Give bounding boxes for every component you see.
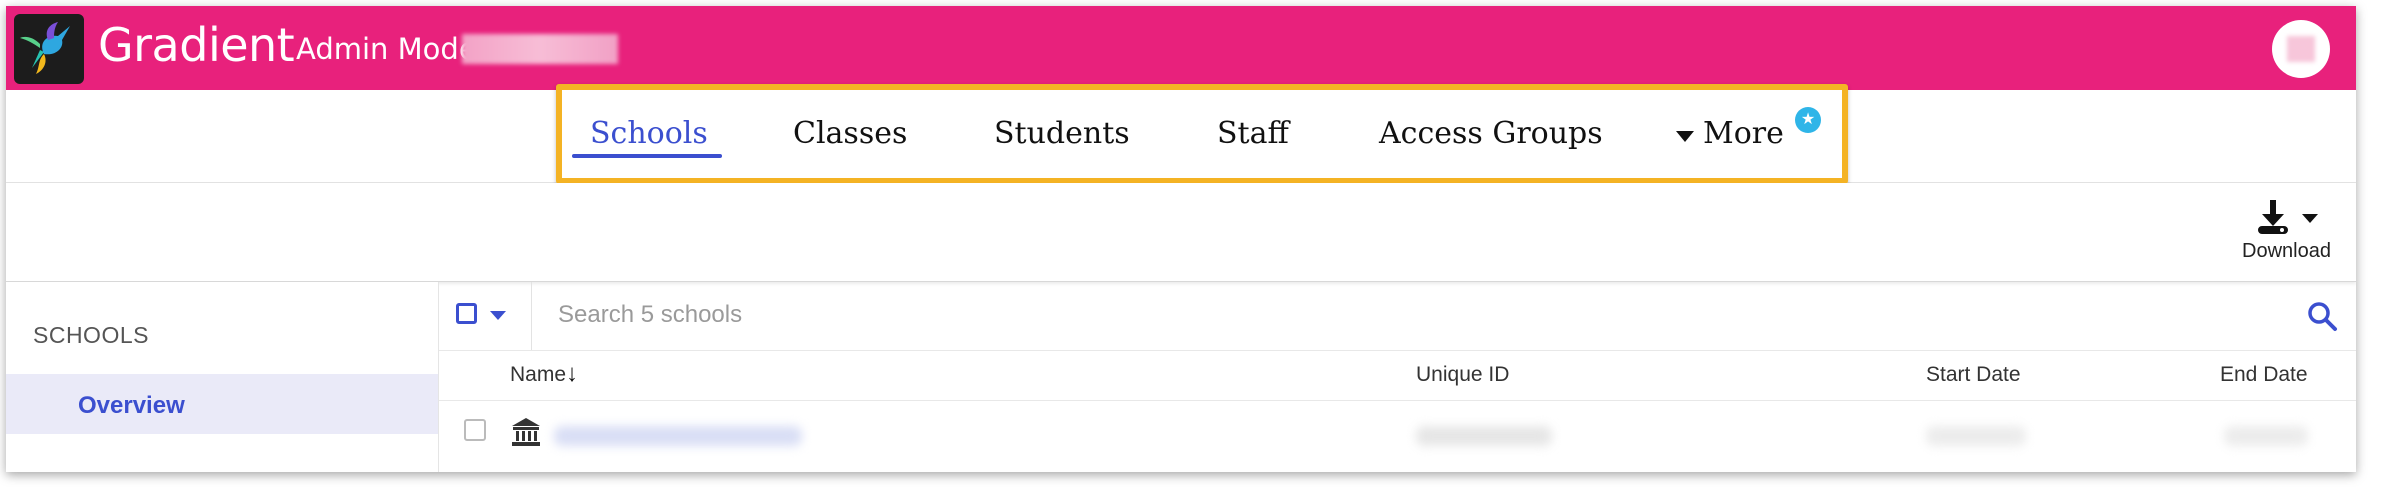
active-tab-indicator [572,154,722,158]
tab-access-groups[interactable]: Access Groups [1379,116,1603,151]
column-header-name[interactable]: Name [510,363,566,387]
column-header-unique-id[interactable]: Unique ID [1416,363,1509,387]
tab-classes[interactable]: Classes [793,116,907,151]
sidebar-item-label[interactable]: Overview [78,392,185,420]
redacted-school-name[interactable] [554,426,802,446]
star-badge-icon: ★ [1795,107,1821,133]
sidebar-item-overview[interactable] [6,374,438,434]
select-all-checkbox[interactable] [456,303,477,324]
tab-staff[interactable]: Staff [1217,116,1289,151]
select-dropdown-caret-icon[interactable] [490,311,506,320]
school-building-icon [510,416,542,448]
app-window: Gradient Admin Mode Schools Classes Stud… [6,6,2356,472]
redacted-organization-name [462,34,618,64]
app-title: Gradient [98,18,295,72]
row-checkbox[interactable] [464,419,486,441]
column-header-end-date[interactable]: End Date [2220,363,2308,387]
divider [531,282,532,350]
admin-mode-label: Admin Mode [296,32,477,66]
redacted-end-date [2224,426,2308,446]
caret-down-icon[interactable] [1676,131,1694,142]
table-header-row [439,350,2356,401]
sort-down-arrow-icon[interactable]: ↓ [566,360,578,388]
column-header-start-date[interactable]: Start Date [1926,363,2021,387]
tab-more[interactable]: More [1703,116,1784,151]
redacted-start-date [1926,426,2026,446]
download-dropdown-caret-icon[interactable] [2302,214,2318,223]
avatar-image [2287,36,2315,62]
download-button-label[interactable]: Download [2242,240,2331,263]
search-icon[interactable] [2306,300,2338,332]
sidebar-heading: SCHOOLS [33,322,149,348]
navigation-bar [6,90,2356,183]
toolbar [6,183,2356,282]
tab-schools[interactable]: Schools [590,116,708,151]
hummingbird-logo-icon[interactable] [14,14,84,84]
tab-students[interactable]: Students [994,116,1130,151]
download-icon[interactable] [2254,198,2294,238]
redacted-unique-id [1416,426,1552,446]
search-input[interactable] [558,298,2158,332]
